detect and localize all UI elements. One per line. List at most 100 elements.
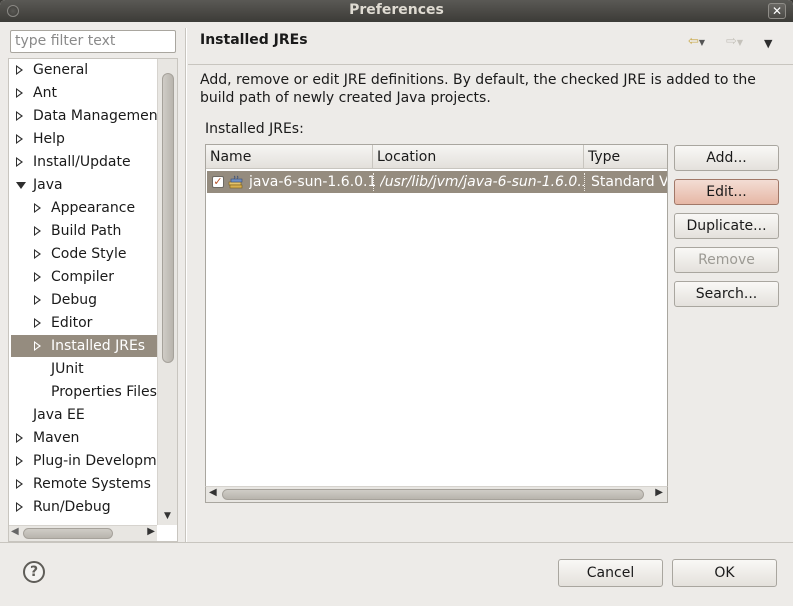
tree-item-label: Remote Systems bbox=[33, 476, 151, 492]
tree-item[interactable]: Data Management bbox=[11, 105, 157, 127]
tree-item[interactable]: Java bbox=[11, 174, 157, 196]
tree-item[interactable]: JUnit bbox=[11, 358, 157, 380]
collapsed-arrow-icon[interactable] bbox=[34, 272, 41, 282]
table-row[interactable]: ✓ java-6-sun-1.6.0.16 /usr/lib/jvm/java-… bbox=[207, 171, 668, 193]
panel-splitter[interactable] bbox=[185, 28, 187, 542]
tree-item[interactable]: Install/Update bbox=[11, 151, 157, 173]
ok-button[interactable]: OK bbox=[672, 559, 777, 587]
close-window-button[interactable]: ✕ bbox=[768, 3, 786, 19]
tree-item-label: Compiler bbox=[51, 269, 115, 285]
help-icon[interactable]: ? bbox=[23, 561, 45, 583]
jre-name-cell: java-6-sun-1.6.0.16 bbox=[249, 174, 375, 190]
table-horizontal-scrollbar[interactable]: ◀ ▶ bbox=[205, 486, 668, 503]
jre-location-cell: /usr/lib/jvm/java-6-sun-1.6.0.16 bbox=[380, 174, 584, 190]
collapsed-arrow-icon[interactable] bbox=[16, 157, 23, 167]
jre-default-checkbox[interactable]: ✓ bbox=[212, 176, 224, 188]
cell-divider bbox=[584, 173, 585, 191]
tree-item[interactable]: Appearance bbox=[11, 197, 157, 219]
collapsed-arrow-icon[interactable] bbox=[16, 88, 23, 98]
collapsed-arrow-icon[interactable] bbox=[16, 134, 23, 144]
collapsed-arrow-icon[interactable] bbox=[16, 111, 23, 121]
tree-item[interactable]: Help bbox=[11, 128, 157, 150]
tree-item-label: Installed JREs bbox=[51, 338, 146, 354]
tree-item-label: Properties Files bbox=[51, 384, 157, 400]
edit-button[interactable]: Edit... bbox=[674, 179, 779, 205]
tree-item[interactable]: Properties Files bbox=[11, 381, 157, 403]
tree-item[interactable]: Debug bbox=[11, 289, 157, 311]
header-divider bbox=[188, 64, 793, 65]
tree-item-label: Plug-in Development bbox=[33, 453, 157, 469]
scroll-down-icon[interactable]: ▼ bbox=[164, 511, 171, 521]
collapsed-arrow-icon[interactable] bbox=[34, 295, 41, 305]
jre-table[interactable]: Name Location Type ✓ java-6-sun-1.6.0.16… bbox=[205, 144, 668, 503]
tree-item-label: Java bbox=[33, 177, 63, 193]
tree-item-label: Data Management bbox=[33, 108, 157, 124]
tree-item-label: Ant bbox=[33, 85, 57, 101]
tree-item-label: Code Style bbox=[51, 246, 127, 262]
column-header-location[interactable]: Location bbox=[373, 145, 584, 169]
tree-item[interactable]: General bbox=[11, 59, 157, 81]
collapsed-arrow-icon[interactable] bbox=[16, 65, 23, 75]
search-button[interactable]: Search... bbox=[674, 281, 779, 307]
preferences-tree[interactable]: Run/Debug Remote Systems Plug-in Developme… bbox=[8, 58, 178, 542]
collapsed-arrow-icon[interactable] bbox=[34, 249, 41, 259]
back-arrow-icon[interactable]: ⇦▼ bbox=[688, 34, 705, 52]
page-title: Installed JREs bbox=[200, 32, 308, 48]
scroll-left-icon[interactable]: ◀ bbox=[209, 487, 217, 498]
jre-type-cell: Standard VM bbox=[591, 174, 668, 190]
tree-item-label: Build Path bbox=[51, 223, 122, 239]
page-description: Add, remove or edit JRE definitions. By … bbox=[200, 72, 756, 106]
column-header-type[interactable]: Type bbox=[584, 145, 667, 169]
collapsed-arrow-icon[interactable] bbox=[16, 433, 23, 443]
scroll-right-icon[interactable]: ▶ bbox=[655, 487, 663, 498]
tree-item[interactable]: Compiler bbox=[11, 266, 157, 288]
title-bar: Preferences ✕ bbox=[0, 0, 793, 22]
jre-library-icon bbox=[228, 175, 243, 189]
tree-hscroll-thumb[interactable] bbox=[23, 528, 113, 539]
column-header-name[interactable]: Name bbox=[206, 145, 373, 169]
collapsed-arrow-icon[interactable] bbox=[34, 318, 41, 328]
tree-item-label: Run/Debug bbox=[33, 499, 111, 515]
tree-item[interactable]: Ant bbox=[11, 82, 157, 104]
collapsed-arrow-icon[interactable] bbox=[16, 479, 23, 489]
preferences-window: Preferences ✕ type filter text Run/Debug… bbox=[0, 0, 793, 606]
collapsed-arrow-icon[interactable] bbox=[16, 456, 23, 466]
cancel-button[interactable]: Cancel bbox=[558, 559, 663, 587]
tree-item[interactable]: Plug-in Development bbox=[11, 450, 157, 472]
add-button[interactable]: Add... bbox=[674, 145, 779, 171]
collapsed-arrow-icon[interactable] bbox=[34, 341, 41, 351]
tree-item[interactable]: Installed JREs bbox=[11, 335, 157, 357]
tree-item-label: Debug bbox=[51, 292, 98, 308]
installed-jres-label: Installed JREs: bbox=[205, 121, 304, 137]
scroll-right-icon[interactable]: ▶ bbox=[147, 526, 155, 537]
scroll-left-icon[interactable]: ◀ bbox=[11, 526, 19, 537]
remove-button[interactable]: Remove bbox=[674, 247, 779, 273]
duplicate-button[interactable]: Duplicate... bbox=[674, 213, 779, 239]
tree-horizontal-scrollbar[interactable]: ◀ ▶ bbox=[9, 525, 157, 541]
tree-item-label: Install/Update bbox=[33, 154, 131, 170]
cell-divider bbox=[373, 173, 374, 191]
tree-item[interactable]: Build Path bbox=[11, 220, 157, 242]
tree-item[interactable]: Java EE bbox=[11, 404, 157, 426]
expanded-arrow-icon[interactable] bbox=[16, 182, 26, 189]
collapsed-arrow-icon[interactable] bbox=[34, 226, 41, 236]
tree-vertical-scrollbar[interactable]: ▼ bbox=[157, 59, 177, 525]
table-hscroll-thumb[interactable] bbox=[222, 489, 644, 500]
tree-item[interactable]: Editor bbox=[11, 312, 157, 334]
window-title: Preferences bbox=[349, 2, 444, 18]
tree-item-label: General bbox=[33, 62, 89, 78]
tree-item[interactable]: Code Style bbox=[11, 243, 157, 265]
view-menu-icon[interactable]: ▼ bbox=[764, 37, 772, 55]
collapsed-arrow-icon[interactable] bbox=[34, 203, 41, 213]
tree-vscroll-thumb[interactable] bbox=[162, 73, 174, 363]
filter-input[interactable]: type filter text bbox=[10, 30, 176, 53]
tree-item[interactable]: Run/Debug bbox=[11, 496, 157, 518]
tree-item[interactable]: Maven bbox=[11, 427, 157, 449]
table-header: Name Location Type bbox=[206, 145, 667, 169]
footer-divider bbox=[0, 542, 793, 543]
tree-item[interactable]: Remote Systems bbox=[11, 473, 157, 495]
collapsed-arrow-icon[interactable] bbox=[16, 502, 23, 512]
forward-arrow-icon[interactable]: ⇨▼ bbox=[726, 34, 743, 52]
tree-item-label: Help bbox=[33, 131, 65, 147]
tree-item-label: Java EE bbox=[33, 407, 85, 423]
